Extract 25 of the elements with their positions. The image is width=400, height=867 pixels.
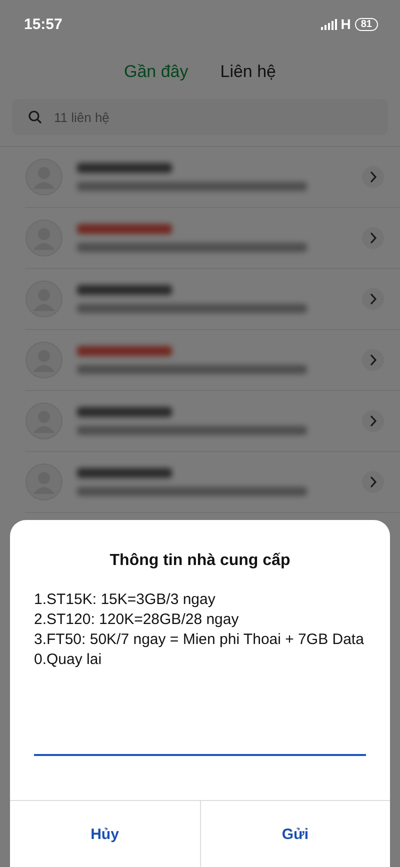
chevron-button[interactable] xyxy=(362,471,384,493)
chevron-button[interactable] xyxy=(362,288,384,310)
dialog-title: Thông tin nhà cung cấp xyxy=(108,552,292,570)
network-type: H xyxy=(340,16,351,32)
dialog-button[interactable]: Gửi xyxy=(200,801,390,867)
menu-option-text: 0.Quay lai xyxy=(34,650,103,670)
chevron-icon xyxy=(369,293,377,305)
chevron-button[interactable] xyxy=(362,166,384,188)
status-time: 15:57 xyxy=(24,16,62,32)
battery-level: 81 xyxy=(354,18,378,30)
menu-option-text: 3.FT50: 50K/7 ngay = Mien phi Thoai + 7GB Data xyxy=(34,630,365,650)
tab[interactable]: Liên hệ xyxy=(218,60,278,84)
chevron-button[interactable] xyxy=(362,410,384,432)
chevron-button[interactable] xyxy=(362,227,384,249)
search-field[interactable]: 11 liên hệ xyxy=(12,99,388,135)
chevron-icon xyxy=(369,354,377,366)
chevron-button[interactable] xyxy=(362,349,384,371)
chevron-icon xyxy=(369,232,377,244)
signal-icon xyxy=(320,18,337,30)
dialog-button[interactable]: Hủy xyxy=(10,801,200,867)
menu-option-text: 2.ST120: 120K=28GB/28 ngay xyxy=(34,610,240,630)
chevron-icon xyxy=(369,476,377,488)
chevron-icon xyxy=(369,415,377,427)
menu-option-text: 1.ST15K: 15K=3GB/3 ngay xyxy=(34,590,216,610)
chevron-icon xyxy=(369,171,377,183)
